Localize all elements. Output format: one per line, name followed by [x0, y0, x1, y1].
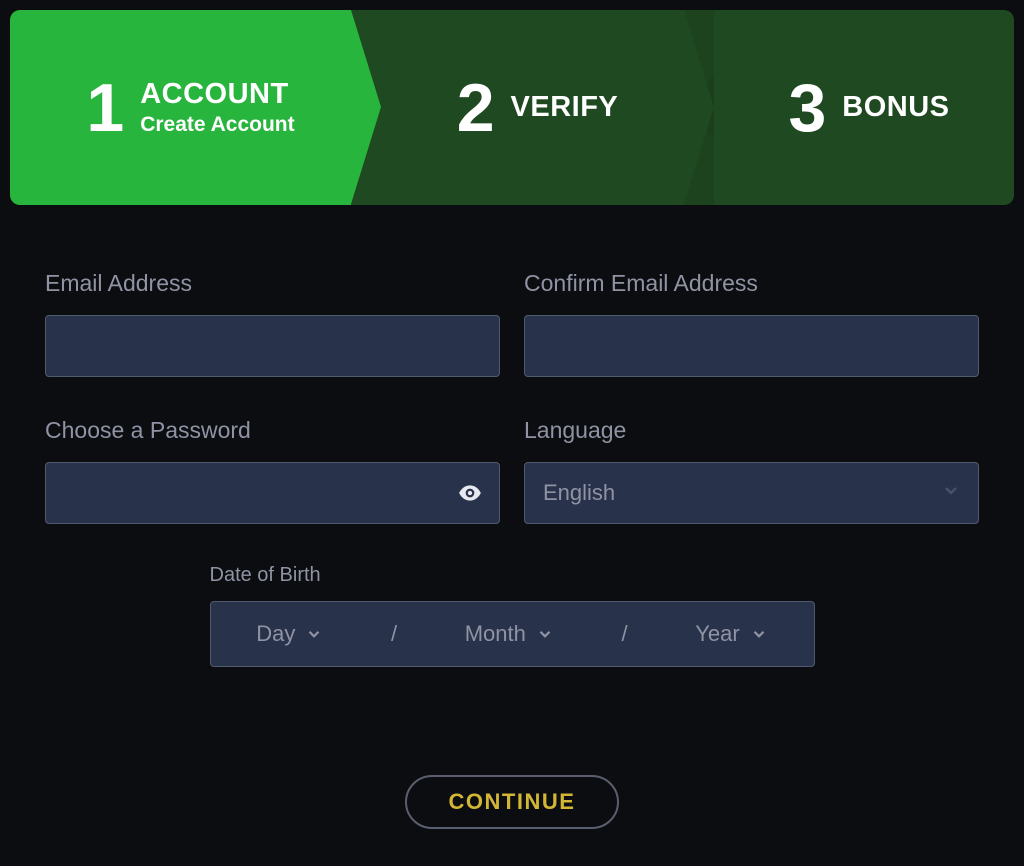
step-account[interactable]: 1 ACCOUNT Create Account	[10, 10, 351, 205]
step-number: 3	[788, 74, 826, 142]
dob-row: Day / Month / Year	[210, 601, 815, 667]
chevron-down-icon	[536, 625, 554, 643]
language-select[interactable]: English	[524, 462, 979, 524]
step-number: 1	[86, 74, 124, 142]
dob-label: Date of Birth	[210, 564, 815, 587]
password-label: Choose a Password	[45, 417, 500, 444]
email-label: Email Address	[45, 270, 500, 297]
show-password-icon[interactable]	[456, 479, 484, 507]
dob-day-select[interactable]: Day	[256, 621, 323, 647]
dob-separator: /	[391, 621, 397, 647]
step-title: BONUS	[842, 91, 949, 124]
progress-stepper: 1 ACCOUNT Create Account 2 VERIFY 3 BONU…	[10, 10, 1014, 205]
step-verify[interactable]: 2 VERIFY	[351, 10, 684, 205]
dob-year-text: Year	[695, 621, 739, 647]
dob-separator: /	[621, 621, 627, 647]
dob-month-select[interactable]: Month	[465, 621, 554, 647]
language-label: Language	[524, 417, 979, 444]
dob-day-text: Day	[256, 621, 295, 647]
email-input[interactable]	[45, 315, 500, 377]
dob-year-select[interactable]: Year	[695, 621, 767, 647]
registration-form: Email Address Confirm Email Address Choo…	[0, 205, 1024, 829]
chevron-down-icon	[750, 625, 768, 643]
step-title: ACCOUNT	[140, 78, 294, 111]
dob-month-text: Month	[465, 621, 526, 647]
step-number: 2	[457, 74, 495, 142]
language-value: English	[543, 480, 615, 506]
chevron-down-icon	[305, 625, 323, 643]
confirm-email-input[interactable]	[524, 315, 979, 377]
step-bonus[interactable]: 3 BONUS	[684, 10, 1014, 205]
continue-button[interactable]: CONTINUE	[405, 775, 620, 829]
password-input[interactable]	[45, 462, 500, 524]
step-subtitle: Create Account	[140, 113, 294, 137]
confirm-email-label: Confirm Email Address	[524, 270, 979, 297]
step-title: VERIFY	[511, 91, 619, 124]
